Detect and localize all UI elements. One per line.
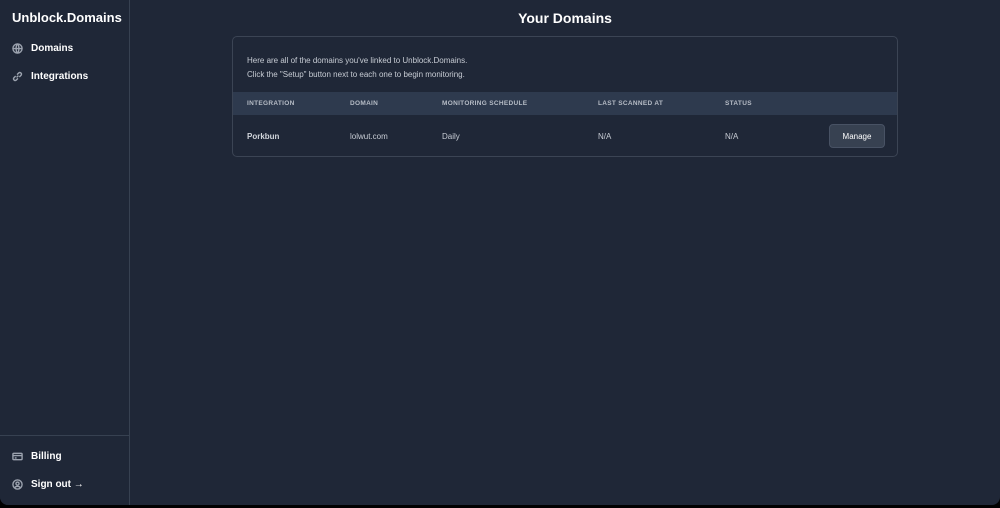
- table-header: INTEGRATION DOMAIN MONITORING SCHEDULE L…: [233, 92, 897, 115]
- app-window: Unblock.Domains Domains Integrations Bil…: [0, 0, 1000, 505]
- integration-cell: Porkbun: [247, 132, 280, 141]
- sidebar-item-label: Integrations: [31, 71, 89, 82]
- column-header: LAST SCANNED AT: [598, 100, 664, 107]
- intro-line: Here are all of the domains you've linke…: [247, 56, 468, 65]
- sidebar-item-label: Domains: [31, 43, 74, 54]
- brand-logo[interactable]: Unblock.Domains: [12, 10, 122, 25]
- column-header: MONITORING SCHEDULE: [442, 100, 528, 107]
- sidebar-item-label: Sign out →: [31, 479, 84, 490]
- column-header: INTEGRATION: [247, 100, 295, 107]
- last-scanned-cell: N/A: [598, 132, 612, 141]
- table-row: Porkbun lolwut.com Daily N/A N/A Manage: [233, 115, 897, 156]
- sidebar-divider: [0, 435, 130, 436]
- user-circle-icon: [12, 479, 23, 490]
- domains-card: Here are all of the domains you've linke…: [232, 36, 898, 157]
- sidebar-item-label: Billing: [31, 451, 62, 462]
- credit-card-icon: [12, 452, 23, 461]
- sign-out-button[interactable]: Sign out →: [12, 479, 84, 490]
- sidebar-item-integrations[interactable]: Integrations: [12, 71, 88, 82]
- page-title: Your Domains: [518, 10, 612, 26]
- manage-button[interactable]: Manage: [829, 124, 885, 148]
- column-header: STATUS: [725, 100, 752, 107]
- column-header: DOMAIN: [350, 100, 379, 107]
- domain-cell: lolwut.com: [350, 132, 388, 141]
- link-icon: [12, 71, 23, 82]
- sidebar-item-billing[interactable]: Billing: [12, 451, 62, 462]
- globe-icon: [12, 43, 23, 54]
- intro-text: Here are all of the domains you've linke…: [247, 54, 467, 82]
- sidebar-item-domains[interactable]: Domains: [12, 43, 73, 54]
- schedule-cell: Daily: [442, 132, 460, 141]
- status-cell: N/A: [725, 132, 739, 141]
- sidebar: Unblock.Domains Domains Integrations Bil…: [0, 0, 130, 505]
- intro-line: Click the "Setup" button next to each on…: [247, 70, 465, 79]
